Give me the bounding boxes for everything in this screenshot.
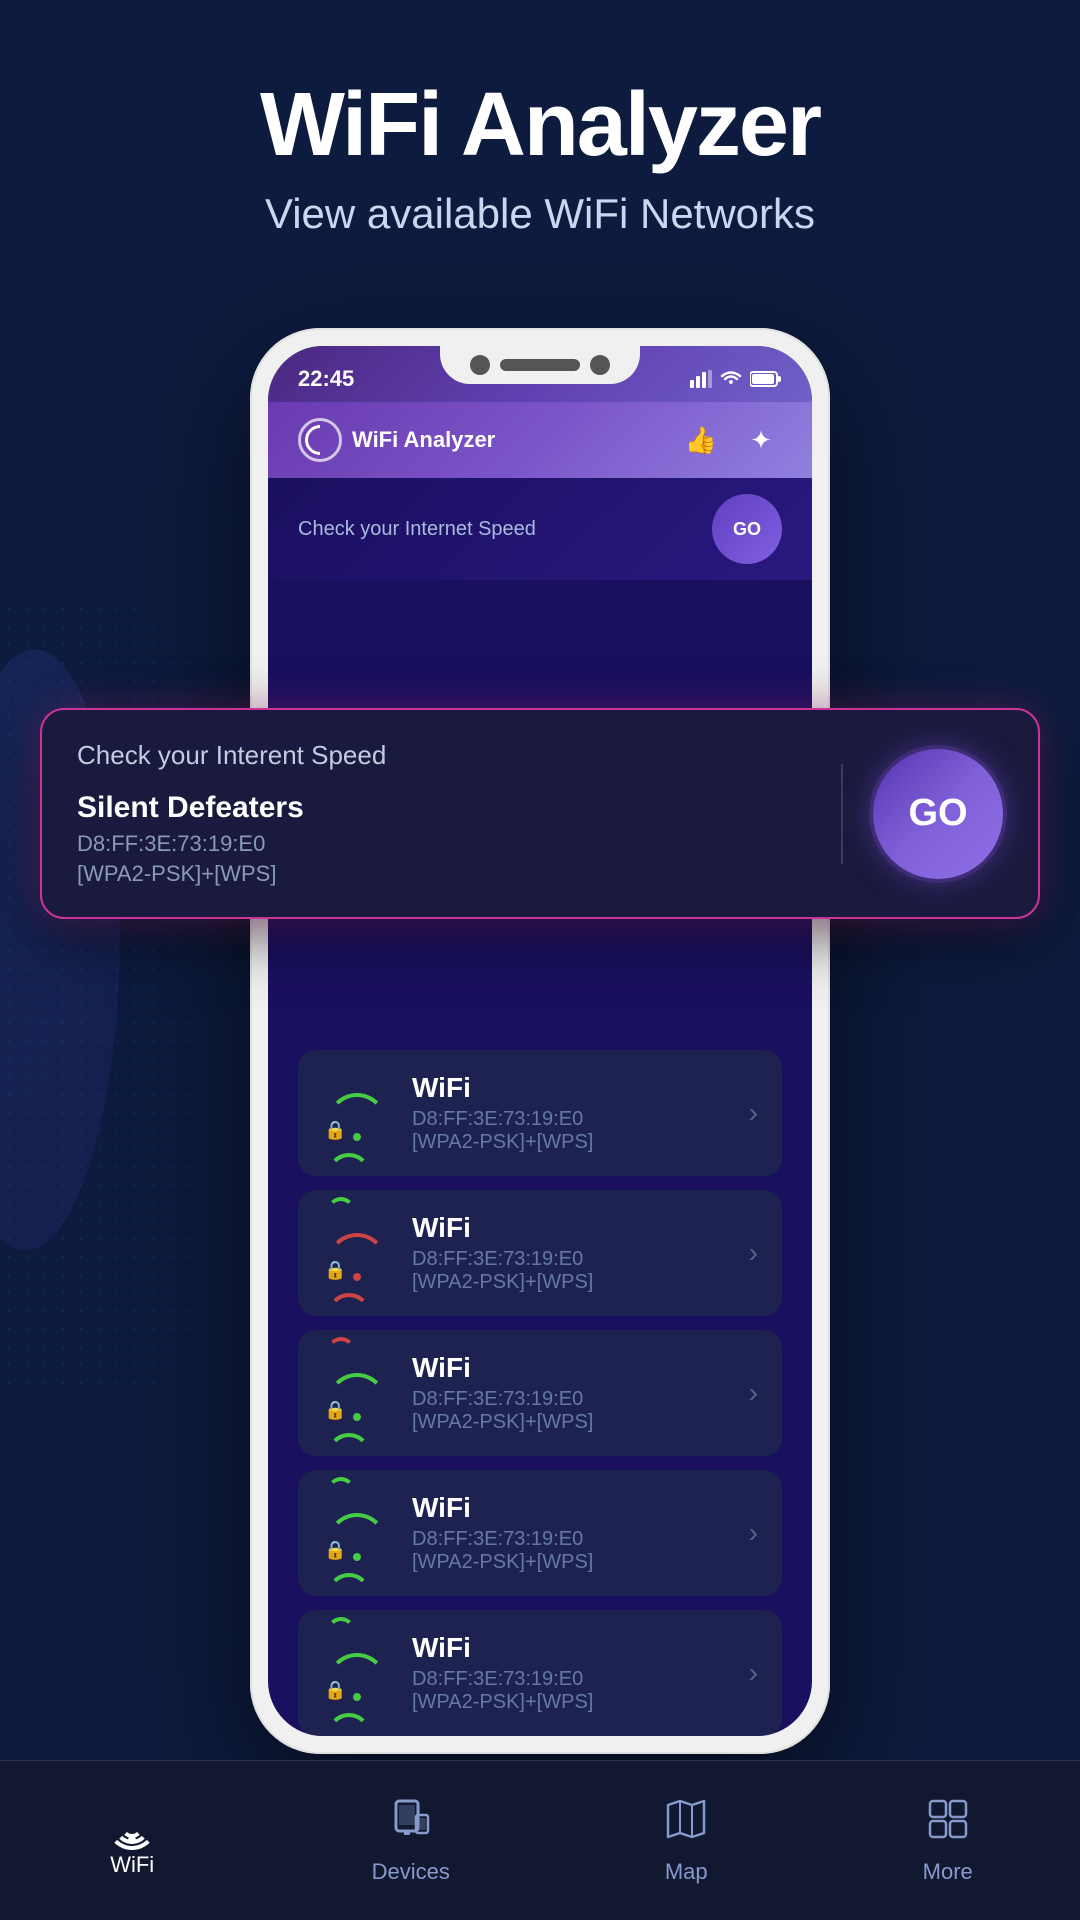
lock-icon: 🔒 (324, 1260, 346, 1281)
wifi-dot (353, 1693, 361, 1701)
brightness-button[interactable]: ✦ (740, 419, 782, 461)
lock-icon: 🔒 (324, 1680, 346, 1701)
page-title: WiFi Analyzer (40, 80, 1040, 170)
app-header-actions: 👍 ✦ (680, 419, 782, 461)
status-bar: 22:45 (268, 346, 812, 402)
wifi-nav-dot (128, 1836, 136, 1844)
wifi-item-mac: D8:FF:3E:73:19:E0 (412, 1248, 729, 1271)
nav-label-devices: Devices (372, 1859, 450, 1885)
wifi-item-name: WiFi (412, 1212, 729, 1244)
wifi-dot (353, 1273, 361, 1281)
speed-card-info: Check your Interent Speed Silent Defeate… (77, 740, 811, 887)
wifi-list-item[interactable]: 🔒 WiFi D8:FF:3E:73:19:E0 [WPA2-PSK]+[WPS… (298, 1610, 782, 1736)
wifi-list-item[interactable]: 🔒 WiFi D8:FF:3E:73:19:E0 [WPA2-PSK]+[WPS… (298, 1190, 782, 1316)
wifi-item-security: [WPA2-PSK]+[WPS] (412, 1551, 729, 1574)
nav-item-devices[interactable]: Devices (342, 1797, 480, 1885)
page-subtitle: View available WiFi Networks (40, 190, 1040, 238)
speed-check-card[interactable]: Check your Interent Speed Silent Defeate… (40, 708, 1040, 919)
wifi-item-name: WiFi (412, 1352, 729, 1384)
wifi-nav-arc3 (121, 1816, 143, 1838)
nav-item-map[interactable]: Map (634, 1797, 738, 1885)
app-logo: WiFi Analyzer (298, 418, 495, 462)
wifi-item-mac: D8:FF:3E:73:19:E0 (412, 1388, 729, 1411)
wifi-signal-green: 🔒 (322, 1366, 392, 1421)
phone-mockup: 22:45 (250, 328, 830, 1754)
wifi-dot (353, 1413, 361, 1421)
wifi-item-mac: D8:FF:3E:73:19:E0 (412, 1668, 729, 1691)
wifi-item-info: WiFi D8:FF:3E:73:19:E0 [WPA2-PSK]+[WPS] (412, 1352, 729, 1434)
wifi-item-mac: D8:FF:3E:73:19:E0 (412, 1108, 729, 1131)
chevron-right-icon: › (749, 1517, 758, 1549)
speed-card-divider (841, 764, 843, 864)
nav-label-map: Map (665, 1859, 708, 1885)
front-camera (470, 355, 490, 375)
speed-card-title: Check your Interent Speed (77, 740, 811, 771)
wifi-dot (353, 1133, 361, 1141)
nav-label-more: More (923, 1859, 973, 1885)
wifi-list-item[interactable]: 🔒 WiFi D8:FF:3E:73:19:E0 [WPA2-PSK]+[WPS… (298, 1050, 782, 1176)
speed-card-mac: D8:FF:3E:73:19:E0 (77, 831, 811, 857)
app-header: WiFi Analyzer 👍 ✦ (268, 402, 812, 478)
devices-icon (391, 1797, 431, 1851)
wifi-arc-mid (327, 1713, 371, 1737)
chevron-right-icon: › (749, 1657, 758, 1689)
logo-text: WiFi Analyzer (352, 427, 495, 453)
wifi-signal-weak-red: 🔒 (322, 1226, 392, 1281)
phone-speed-banner[interactable]: Check your Internet Speed GO (268, 478, 812, 580)
speed-card-ssid: Silent Defeaters (77, 791, 811, 825)
wifi-list: 🔒 WiFi D8:FF:3E:73:19:E0 [WPA2-PSK]+[WPS… (268, 1050, 812, 1736)
wifi-item-security: [WPA2-PSK]+[WPS] (412, 1411, 729, 1434)
signal-icon (690, 370, 712, 388)
go-button[interactable]: GO (873, 749, 1003, 879)
wifi-item-info: WiFi D8:FF:3E:73:19:E0 [WPA2-PSK]+[WPS] (412, 1632, 729, 1714)
wifi-signal-strong-green: 🔒 (322, 1086, 392, 1141)
wifi-item-info: WiFi D8:FF:3E:73:19:E0 [WPA2-PSK]+[WPS] (412, 1492, 729, 1574)
wifi-item-security: [WPA2-PSK]+[WPS] (412, 1271, 729, 1294)
speaker (500, 359, 580, 371)
chevron-right-icon: › (749, 1097, 758, 1129)
chevron-right-icon: › (749, 1237, 758, 1269)
wifi-signal-green-med: 🔒 (322, 1506, 392, 1561)
face-id (590, 355, 610, 375)
speed-card-security: [WPA2-PSK]+[WPS] (77, 861, 811, 887)
phone-go-button[interactable]: GO (712, 494, 782, 564)
phone-container: Check your Interent Speed Silent Defeate… (0, 328, 1080, 1754)
wifi-dot (353, 1553, 361, 1561)
lock-icon: 🔒 (324, 1120, 346, 1141)
lock-icon: 🔒 (324, 1540, 346, 1561)
wifi-item-security: [WPA2-PSK]+[WPS] (412, 1691, 729, 1714)
nav-label-wifi: WiFi (110, 1852, 154, 1878)
wifi-list-item[interactable]: 🔒 WiFi D8:FF:3E:73:19:E0 [WPA2-PSK]+[WPS… (298, 1470, 782, 1596)
like-button[interactable]: 👍 (680, 419, 722, 461)
map-icon (664, 1797, 708, 1851)
phone-notch (440, 346, 640, 384)
wifi-item-info: WiFi D8:FF:3E:73:19:E0 [WPA2-PSK]+[WPS] (412, 1072, 729, 1154)
nav-item-wifi[interactable]: WiFi (77, 1804, 187, 1878)
battery-icon (750, 370, 782, 388)
phone-speed-text: Check your Internet Speed (298, 518, 536, 541)
wifi-nav-icon (107, 1804, 157, 1844)
status-icons (690, 370, 782, 388)
more-icon (926, 1797, 970, 1851)
bottom-navigation: WiFi Devices Map (0, 1760, 1080, 1920)
wifi-signal-green-5: 🔒 (322, 1646, 392, 1701)
page-header: WiFi Analyzer View available WiFi Networ… (0, 0, 1080, 328)
wifi-item-security: [WPA2-PSK]+[WPS] (412, 1131, 729, 1154)
wifi-item-mac: D8:FF:3E:73:19:E0 (412, 1528, 729, 1551)
phone-screen: 22:45 (268, 346, 812, 1736)
chevron-right-icon: › (749, 1377, 758, 1409)
wifi-item-name: WiFi (412, 1492, 729, 1524)
nav-item-more[interactable]: More (893, 1797, 1003, 1885)
status-time: 22:45 (298, 366, 354, 392)
lock-icon: 🔒 (324, 1400, 346, 1421)
wifi-item-name: WiFi (412, 1632, 729, 1664)
wifi-logo-icon (298, 418, 342, 462)
wifi-item-info: WiFi D8:FF:3E:73:19:E0 [WPA2-PSK]+[WPS] (412, 1212, 729, 1294)
wifi-status-icon (720, 370, 742, 388)
wifi-item-name: WiFi (412, 1072, 729, 1104)
wifi-list-item[interactable]: 🔒 WiFi D8:FF:3E:73:19:E0 [WPA2-PSK]+[WPS… (298, 1330, 782, 1456)
